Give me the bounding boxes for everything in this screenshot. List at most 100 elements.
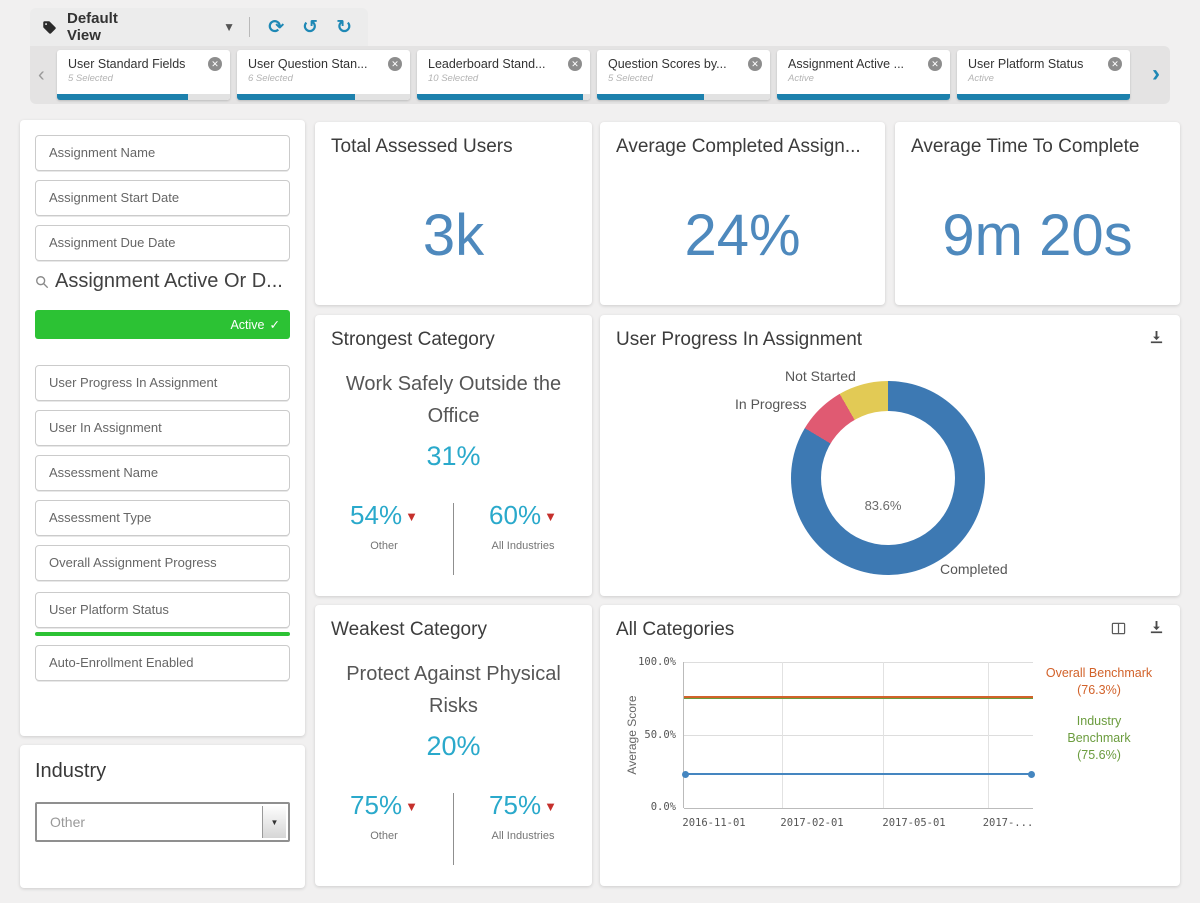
gridline — [684, 735, 1033, 736]
kpi-card-average-time-to-complete: Average Time To Complete 9m 20s — [895, 122, 1180, 305]
filter-progress-track — [417, 94, 590, 100]
industry-selected-value: Other — [50, 814, 86, 830]
kpi-value: 24% — [684, 203, 801, 268]
close-icon[interactable]: ✕ — [208, 57, 222, 71]
filter-chip-question-scores[interactable]: Question Scores by... ✕ 5 Selected — [597, 50, 770, 100]
filter-field-assignment-name[interactable]: Assignment Name — [35, 135, 290, 171]
kpi-title: Total Assessed Users — [331, 136, 513, 157]
category-score: 20% — [426, 731, 481, 761]
category-name-line2: Office — [427, 405, 480, 427]
donut-center-value: 83.6% — [864, 498, 902, 513]
filter-progress-fill — [777, 94, 950, 100]
strongest-category-card: Strongest Category Work Safely Outside t… — [315, 315, 592, 596]
overall-benchmark-line — [684, 695, 1033, 698]
filter-field-user-in-assignment[interactable]: User In Assignment — [35, 410, 290, 446]
filter-chip-subtitle: 6 Selected — [248, 73, 293, 84]
filter-field-assessment-name[interactable]: Assessment Name — [35, 455, 290, 491]
kpi-value: 9m 20s — [942, 203, 1133, 268]
active-filter-label: Active — [230, 317, 265, 332]
x-tick: 2016-11-01 — [682, 817, 746, 829]
undo-button[interactable]: ↺ — [298, 17, 322, 37]
donut-chart[interactable] — [791, 381, 985, 575]
comparison-value: 75% — [350, 790, 403, 820]
filter-progress-track — [957, 94, 1130, 100]
filter-field-assignment-due-date[interactable]: Assignment Due Date — [35, 225, 290, 261]
filter-progress-track — [597, 94, 770, 100]
card-title: Strongest Category — [331, 329, 495, 350]
all-categories-chart-card: All Categories Average Score 100.0% 50.0… — [600, 605, 1180, 886]
kpi-title: Average Time To Complete — [911, 136, 1140, 157]
download-icon[interactable] — [1149, 620, 1164, 635]
line-chart-plot[interactable] — [682, 662, 1035, 809]
filter-chip-title: Leaderboard Stand... — [428, 57, 546, 71]
comparison-value: 60% — [489, 500, 542, 530]
refresh-button[interactable]: ⟳ — [264, 17, 288, 37]
gridline — [987, 662, 989, 808]
filter-chip-title: User Platform Status — [968, 57, 1084, 71]
down-triangle-icon: ▼ — [544, 509, 557, 524]
chevron-left-icon[interactable]: ‹ — [38, 64, 45, 87]
filter-field-user-progress-in-assignment[interactable]: User Progress In Assignment — [35, 365, 290, 401]
y-tick-50: 50.0% — [644, 729, 676, 741]
filter-chip-title: Assignment Active ... — [788, 57, 905, 71]
filter-progress-track — [237, 94, 410, 100]
chevron-right-icon[interactable]: › — [1152, 60, 1160, 88]
filter-chip-user-platform-status[interactable]: User Platform Status ✕ Active — [957, 50, 1130, 100]
filter-progress-fill — [237, 94, 355, 100]
donut-hole — [821, 411, 955, 545]
comparison-other: 75% ▼ Other — [315, 790, 453, 865]
filter-chip-assignment-active[interactable]: Assignment Active ... ✕ Active — [777, 50, 950, 100]
filter-field-assessment-type[interactable]: Assessment Type — [35, 500, 290, 536]
filter-progress-track — [57, 94, 230, 100]
search-input-value[interactable]: Assignment Active Or D... — [55, 270, 283, 293]
category-name-line1: Protect Against Physical — [346, 663, 561, 685]
filter-chip-user-question-standard[interactable]: User Question Stan... ✕ 6 Selected — [237, 50, 410, 100]
y-tick-0: 0.0% — [650, 801, 676, 813]
filter-search[interactable]: Assignment Active Or D... — [35, 270, 283, 293]
close-icon[interactable]: ✕ — [748, 57, 762, 71]
filter-progress-fill — [417, 94, 584, 100]
download-icon[interactable] — [1149, 330, 1164, 345]
filter-sidebar: Assignment Name Assignment Start Date As… — [20, 120, 305, 736]
comparison-label: All Industries — [491, 830, 555, 842]
filter-field-user-platform-status[interactable]: User Platform Status — [35, 592, 290, 628]
chevron-down-icon[interactable]: ▼ — [223, 20, 235, 34]
filter-field-auto-enrollment-enabled[interactable]: Auto-Enrollment Enabled — [35, 645, 290, 681]
selected-filter-underline — [35, 632, 290, 636]
redo-button[interactable]: ↻ — [332, 17, 356, 37]
gridline — [781, 662, 783, 808]
category-score: 31% — [426, 441, 481, 471]
filter-chip-user-standard-fields[interactable]: User Standard Fields ✕ 5 Selected — [57, 50, 230, 100]
filter-progress-fill — [57, 94, 189, 100]
close-icon[interactable]: ✕ — [928, 57, 942, 71]
filter-chip-title: User Standard Fields — [68, 57, 186, 71]
view-selector[interactable]: Default View — [67, 10, 121, 44]
filter-chip-subtitle: 5 Selected — [68, 73, 113, 84]
table-view-icon[interactable] — [1111, 621, 1126, 636]
down-triangle-icon: ▼ — [405, 509, 418, 524]
active-filter-value-bar[interactable]: Active ✓ — [35, 310, 290, 339]
gridline — [882, 662, 884, 808]
filter-chip-leaderboard-standard[interactable]: Leaderboard Stand... ✕ 10 Selected — [417, 50, 590, 100]
industry-select[interactable]: Other ▼ — [35, 802, 290, 842]
filter-chip-bar: ‹ User Standard Fields ✕ 5 Selected User … — [30, 46, 1170, 104]
comparison-all-industries: 60% ▼ All Industries — [454, 500, 592, 575]
close-icon[interactable]: ✕ — [568, 57, 582, 71]
filter-field-overall-assignment-progress[interactable]: Overall Assignment Progress — [35, 545, 290, 581]
benchmark-comparison-row: 54% ▼ Other 60% ▼ All Industries — [315, 500, 592, 575]
filter-progress-fill — [597, 94, 705, 100]
benchmark-comparison-row: 75% ▼ Other 75% ▼ All Industries — [315, 790, 592, 865]
legend-overall-benchmark: Overall Benchmark (76.3%) — [1045, 666, 1153, 697]
dashboard-page: { "icons": { "refresh": "⟳", "undo": "↺"… — [0, 0, 1200, 903]
comparison-value: 54% — [350, 500, 403, 530]
close-icon[interactable]: ✕ — [388, 57, 402, 71]
filter-field-assignment-start-date[interactable]: Assignment Start Date — [35, 180, 290, 216]
category-name-line2: Risks — [429, 695, 478, 717]
dropdown-arrow-button[interactable]: ▼ — [262, 806, 286, 838]
close-icon[interactable]: ✕ — [1108, 57, 1122, 71]
y-tick-100: 100.0% — [638, 656, 676, 668]
x-axis-line — [684, 808, 1033, 809]
filter-progress-fill — [957, 94, 1130, 100]
search-icon — [36, 275, 49, 288]
check-icon: ✓ — [269, 318, 280, 332]
